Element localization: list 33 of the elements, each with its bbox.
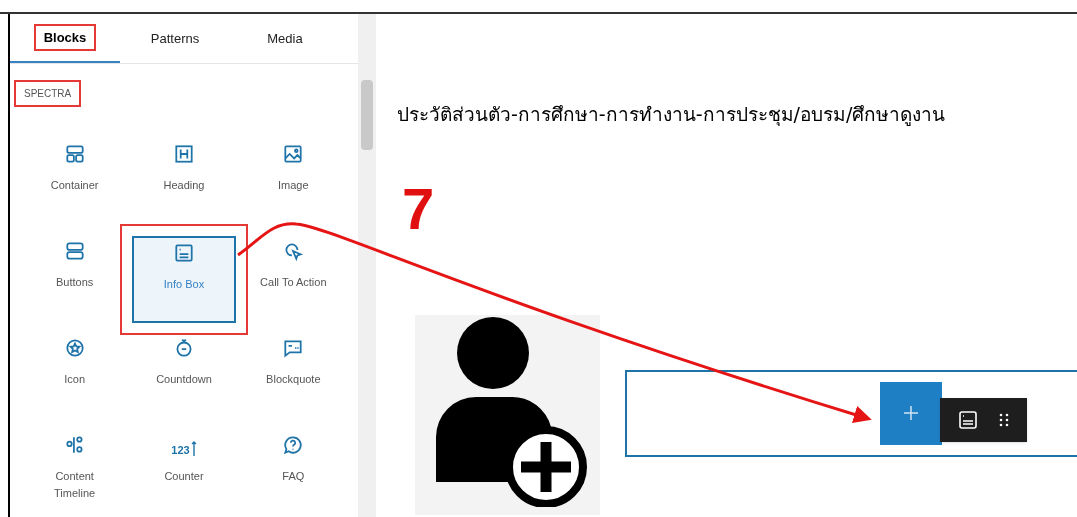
block-item[interactable]: 123 Counter [132,430,236,517]
category-label: SPECTRA [16,82,80,105]
block-item[interactable]: Heading [132,139,236,226]
inserter-tab[interactable]: Media [230,14,340,63]
block-item[interactable]: Content Timeline [22,430,127,517]
question-bubble-icon [282,434,305,456]
inserter-tab[interactable]: Patterns [120,14,230,63]
buttons-icon [63,240,86,262]
up-arrow-icon [190,440,197,456]
block-item[interactable]: Buttons [22,236,127,323]
block-item[interactable]: Container [22,139,127,226]
block-item[interactable]: FAQ [241,430,346,517]
block-item[interactable]: Image [241,139,346,226]
inserter-tab[interactable]: Blocks [10,14,120,63]
scrollbar-thumb[interactable] [361,80,373,150]
info-box-block[interactable] [625,369,1077,457]
block-item[interactable]: Call To Action [241,236,346,323]
block-item[interactable]: Countdown [132,333,236,420]
layout-icon [63,143,86,165]
drag-handle-icon[interactable] [998,411,1009,428]
block-item[interactable]: Icon [22,333,127,420]
block-item[interactable]: Blockquote [241,333,346,420]
page-title: ประวัติส่วนตัว-การศึกษา-การทำงาน-การประชุม/อบรม/ศึกษาดูงาน [397,102,947,128]
block-item[interactable]: Info Box [132,236,236,323]
step-number: 7 [402,180,435,238]
counter-digits: 123 [171,445,190,456]
star-circle-icon [63,337,86,359]
plus-icon [903,405,919,421]
heading-icon [173,143,195,165]
image-icon [282,143,305,165]
add-block-button[interactable] [880,381,942,445]
info-box-icon[interactable] [958,409,979,430]
info-box-icon [173,242,195,264]
